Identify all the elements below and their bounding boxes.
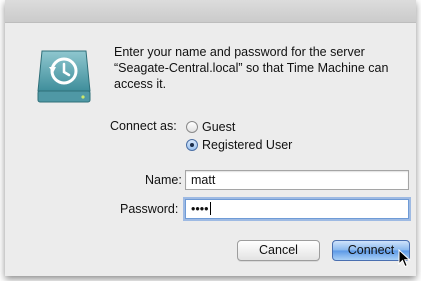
- password-label: Password:: [120, 202, 179, 216]
- dialog-message: Enter your name and password for the ser…: [114, 45, 389, 91]
- text-caret: [209, 202, 211, 215]
- radio-guest-label[interactable]: Guest: [202, 120, 235, 134]
- name-field[interactable]: matt: [185, 170, 409, 190]
- radio-guest[interactable]: Guest: [186, 119, 235, 135]
- connect-as-label: Connect as:: [110, 119, 177, 133]
- radio-registered-user[interactable]: Registered User: [186, 137, 292, 153]
- password-field[interactable]: ••••: [185, 199, 409, 219]
- radio-registered-user-label[interactable]: Registered User: [202, 138, 292, 152]
- authentication-dialog: Enter your name and password for the ser…: [5, 0, 416, 276]
- mouse-pointer-icon: [398, 249, 411, 268]
- radio-button-guest[interactable]: [186, 121, 198, 133]
- password-field-value: ••••: [191, 202, 209, 216]
- time-machine-disk-icon: [37, 50, 91, 103]
- name-field-value: matt: [191, 173, 216, 187]
- cancel-button[interactable]: Cancel: [237, 240, 320, 261]
- name-label: Name:: [145, 173, 182, 187]
- title-bar: [5, 0, 416, 23]
- radio-button-registered-user[interactable]: [186, 139, 198, 151]
